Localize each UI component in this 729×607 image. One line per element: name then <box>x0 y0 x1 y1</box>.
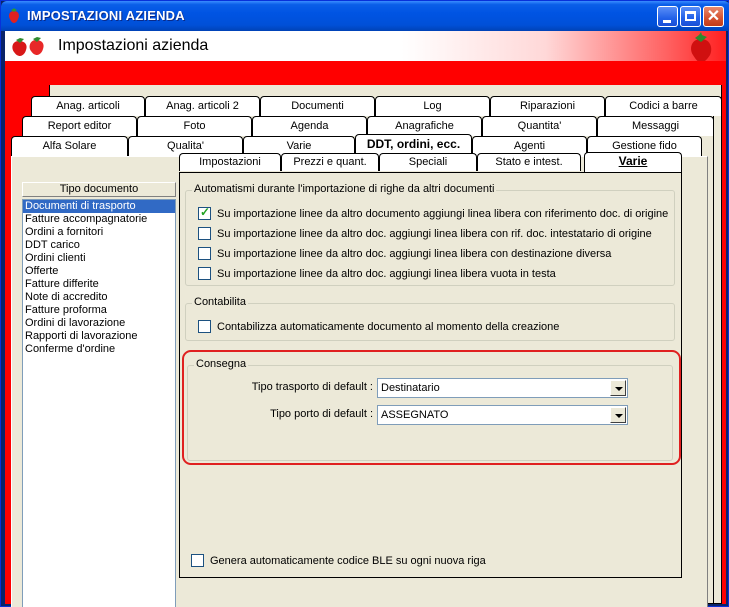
tab-report-editor[interactable]: Report editor <box>22 116 137 136</box>
tab-impostazioni[interactable]: Impostazioni <box>179 153 281 171</box>
title-bar[interactable]: IMPOSTAZIONI AZIENDA ✕ <box>1 1 729 31</box>
tab-log[interactable]: Log <box>375 96 490 116</box>
list-item[interactable]: Fatture accompagnatorie <box>23 213 175 226</box>
minimize-button[interactable] <box>657 6 678 27</box>
highlight-annotation <box>182 350 681 465</box>
checkbox-label: Su importazione linee da altro doc. aggi… <box>217 267 556 280</box>
tab-anag-articoli[interactable]: Anag. articoli <box>31 96 145 116</box>
checkbox-box[interactable] <box>198 247 211 260</box>
tab-anagrafiche[interactable]: Anagrafiche <box>367 116 482 136</box>
strawberry-logo-icon <box>691 32 712 63</box>
checkbox-box[interactable] <box>198 227 211 240</box>
checkbox-destinazione[interactable]: Su importazione linee da altro doc. aggi… <box>198 247 611 260</box>
strawberry-icon <box>9 8 19 23</box>
close-button[interactable]: ✕ <box>703 6 724 27</box>
doc-type-list[interactable]: Documenti di trasporto Fatture accompagn… <box>22 199 176 607</box>
tab-quantita[interactable]: Quantita' <box>482 116 597 136</box>
tab-foto[interactable]: Foto <box>137 116 252 136</box>
list-item[interactable]: Fatture differite <box>23 278 175 291</box>
minimize-icon <box>663 20 671 23</box>
checkbox-label: Su importazione linee da altro doc. aggi… <box>217 227 652 240</box>
tab-riparazioni[interactable]: Riparazioni <box>490 96 605 116</box>
checkbox-vuota-testa[interactable]: Su importazione linee da altro doc. aggi… <box>198 267 556 280</box>
tab-stato-intest[interactable]: Stato e intest. <box>477 153 581 171</box>
list-item[interactable]: Rapporti di lavorazione <box>23 330 175 343</box>
list-item[interactable]: Note di accredito <box>23 291 175 304</box>
maximize-button[interactable] <box>680 6 701 27</box>
tab-anag-articoli-2[interactable]: Anag. articoli 2 <box>145 96 260 116</box>
checkbox-contabilizza[interactable]: Contabilizza automaticamente documento a… <box>198 320 559 333</box>
header-title: Impostazioni azienda <box>58 37 209 54</box>
tab-messaggi[interactable]: Messaggi <box>597 116 714 136</box>
checkbox-box[interactable]: ✓ <box>198 205 211 220</box>
maximize-icon <box>685 11 696 21</box>
window-title: IMPOSTAZIONI AZIENDA <box>27 8 185 23</box>
tab-alfa-solare[interactable]: Alfa Solare <box>11 136 128 156</box>
checkbox-label: Genera automaticamente codice BLE su ogn… <box>210 554 486 567</box>
strawberries-icon <box>12 37 44 56</box>
list-item[interactable]: Ordini clienti <box>23 252 175 265</box>
automatismi-title: Automatismi durante l'importazione di ri… <box>192 183 497 195</box>
checkbox-label: Contabilizza automaticamente documento a… <box>217 320 560 333</box>
checkbox-ble[interactable]: Genera automaticamente codice BLE su ogn… <box>191 554 486 567</box>
tab-speciali[interactable]: Speciali <box>379 153 477 171</box>
checkbox-intestatario[interactable]: Su importazione linee da altro doc. aggi… <box>198 227 652 240</box>
tab-documenti[interactable]: Documenti <box>260 96 375 116</box>
tab-agenda[interactable]: Agenda <box>252 116 367 136</box>
tab-codici-a-barre[interactable]: Codici a barre <box>605 96 722 116</box>
checkbox-box[interactable] <box>191 554 204 567</box>
contabilita-title: Contabilita <box>192 296 248 308</box>
automatismi-group: Automatismi durante l'importazione di ri… <box>185 183 675 286</box>
close-icon: ✕ <box>706 8 721 25</box>
list-item[interactable]: Offerte <box>23 265 175 278</box>
checkbox-box[interactable] <box>198 267 211 280</box>
header-banner: Impostazioni azienda <box>5 31 726 63</box>
tab-varie-inner[interactable]: Varie <box>584 152 682 172</box>
list-item[interactable]: Conferme d'ordine <box>23 343 175 356</box>
checkbox-riferimento-doc[interactable]: ✓ Su importazione linee da altro documen… <box>198 205 669 220</box>
check-icon: ✓ <box>200 205 211 219</box>
contabilita-group: Contabilita Contabilizza automaticamente… <box>185 296 675 341</box>
checkbox-label: Su importazione linee da altro doc. aggi… <box>217 247 612 260</box>
tab-prezzi-quant[interactable]: Prezzi e quant. <box>281 153 379 171</box>
list-item[interactable]: Fatture proforma <box>23 304 175 317</box>
list-item[interactable]: Ordini di lavorazione <box>23 317 175 330</box>
checkbox-label: Su importazione linee da altro documento… <box>217 207 669 220</box>
list-item[interactable]: Documenti di trasporto <box>23 200 175 213</box>
list-item[interactable]: Ordini a fornitori <box>23 226 175 239</box>
doc-type-label: Tipo documento <box>22 182 176 197</box>
list-item[interactable]: DDT carico <box>23 239 175 252</box>
checkbox-box[interactable] <box>198 320 211 333</box>
